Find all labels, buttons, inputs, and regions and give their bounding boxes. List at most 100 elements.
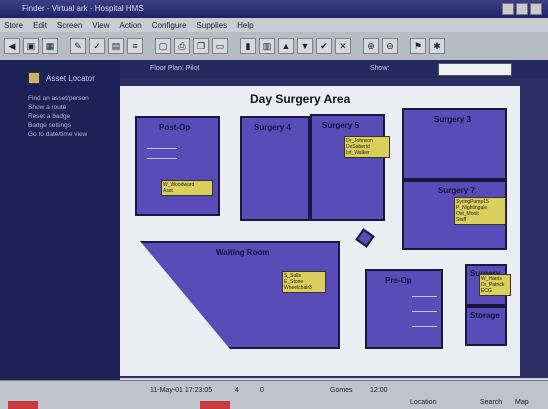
menu-item-supplies[interactable]: Supplies bbox=[196, 21, 227, 30]
room-label: Surgery 5 bbox=[322, 121, 359, 130]
arrow-down-icon[interactable]: ▼ bbox=[297, 38, 313, 54]
tag-label: Wheelchair3 bbox=[284, 285, 312, 291]
pencil-icon[interactable]: ✎ bbox=[70, 38, 86, 54]
close-button[interactable] bbox=[530, 3, 542, 15]
tag-group[interactable]: SyringPump15 P_Nightingale Oxt_Monit Sta… bbox=[454, 197, 506, 225]
alert-icon[interactable]: ⚑ bbox=[410, 38, 426, 54]
bed-line bbox=[412, 311, 437, 312]
room-post-op[interactable]: Post-Op W_Woodward Asst bbox=[135, 116, 220, 216]
tag-label: ECG bbox=[481, 288, 492, 294]
floorplan-canvas: Day Surgery Area Post-Op W_Woodward Asst… bbox=[120, 78, 548, 378]
window-controls bbox=[502, 3, 542, 15]
settings-icon[interactable]: ✱ bbox=[429, 38, 445, 54]
arrow-up-icon[interactable]: ▲ bbox=[278, 38, 294, 54]
status-datetime: 11-May-01 17:23:05 bbox=[150, 387, 213, 394]
room-label: Storage bbox=[470, 311, 500, 320]
alert-button[interactable] bbox=[200, 401, 230, 409]
status-map[interactable]: Map bbox=[515, 399, 529, 406]
list-icon[interactable]: ≡ bbox=[127, 38, 143, 54]
status-location[interactable]: Location bbox=[410, 399, 436, 406]
floorplan-path: Floor Plan: Pilot bbox=[150, 65, 200, 72]
main-header: Floor Plan: Pilot Show: bbox=[120, 60, 548, 78]
status-user: Gomes bbox=[330, 387, 353, 394]
chart-icon[interactable]: ▥ bbox=[259, 38, 275, 54]
room-surgery-7[interactable]: Surgery 7 SyringPump15 P_Nightingale Oxt… bbox=[402, 180, 507, 250]
toolbar: ◀ ▣ ▦ ✎ ✓ ▤ ≡ ▢ ⎙ ❐ ▭ ▮ ▥ ▲ ▼ ✔ ✕ ⊕ ⊖ ⚑ … bbox=[0, 32, 548, 61]
toolbar-separator bbox=[231, 39, 237, 53]
task-item[interactable]: Find an asset/person bbox=[28, 94, 89, 103]
tag-label: Asst bbox=[163, 188, 173, 194]
bars-icon[interactable]: ▮ bbox=[240, 38, 256, 54]
status-count: 0 bbox=[260, 387, 264, 394]
menu-item-configure[interactable]: Configure bbox=[152, 21, 187, 30]
room-surgery[interactable]: Surgery W_Harris Dr_Patrick ECG bbox=[465, 264, 511, 306]
show-label: Show: bbox=[370, 65, 390, 72]
tag-group[interactable]: Dr_Johnson DeSaberid Inf_Walker bbox=[344, 136, 390, 158]
task-list: Find an asset/person Show a route Reset … bbox=[28, 94, 89, 139]
status-code: 12:00 bbox=[370, 387, 388, 394]
status-count: 4 bbox=[235, 387, 239, 394]
app-window: Finder - Virtual ark - Hospital HMS Stor… bbox=[0, 0, 548, 409]
bed-line bbox=[147, 148, 177, 149]
zoom-out-icon[interactable]: ⊖ bbox=[382, 38, 398, 54]
menu-item-screen[interactable]: Screen bbox=[57, 21, 82, 30]
asset-locator-header[interactable]: Asset Locator bbox=[28, 72, 95, 84]
menu-item-action[interactable]: Action bbox=[119, 21, 141, 30]
room-label: Waiting Room bbox=[216, 248, 270, 257]
toolbar-separator bbox=[61, 39, 67, 53]
room-waiting[interactable]: Waiting Room S_Sulls E_Stone Wheelchair3 bbox=[140, 241, 340, 349]
floor-map: Day Surgery Area Post-Op W_Woodward Asst… bbox=[120, 86, 520, 376]
room-label: Surgery 7 bbox=[438, 186, 475, 195]
room-label: Surgery 4 bbox=[254, 123, 291, 132]
bed-line bbox=[147, 158, 177, 159]
minimize-button[interactable] bbox=[502, 3, 514, 15]
print-icon[interactable]: ⎙ bbox=[174, 38, 190, 54]
bed-line bbox=[412, 326, 437, 327]
tag-label: Staff bbox=[456, 217, 467, 223]
task-item[interactable]: Badge settings bbox=[28, 121, 89, 130]
tag-group[interactable]: S_Sulls E_Stone Wheelchair3 bbox=[282, 271, 326, 293]
check-icon[interactable]: ✓ bbox=[89, 38, 105, 54]
page-icon[interactable]: ▤ bbox=[108, 38, 124, 54]
toolbar-separator bbox=[146, 39, 152, 53]
task-item[interactable]: Show a route bbox=[28, 103, 89, 112]
confirm-icon[interactable]: ✔ bbox=[316, 38, 332, 54]
folder-icon[interactable]: ▣ bbox=[23, 38, 39, 54]
tag-group[interactable]: W_Harris Dr_Patrick ECG bbox=[479, 274, 511, 296]
paste-icon[interactable]: ▭ bbox=[212, 38, 228, 54]
menu-item-help[interactable]: Help bbox=[237, 21, 253, 30]
alert-button[interactable] bbox=[8, 401, 38, 409]
room-surgery-5[interactable]: Surgery 5 Dr_Johnson DeSaberid Inf_Walke… bbox=[310, 114, 390, 221]
menu-item-edit[interactable]: Edit bbox=[33, 21, 47, 30]
layout-icon[interactable]: ▢ bbox=[155, 38, 171, 54]
cancel-icon[interactable]: ✕ bbox=[335, 38, 351, 54]
equipment-marker[interactable] bbox=[355, 228, 375, 248]
zoom-in-icon[interactable]: ⊕ bbox=[363, 38, 379, 54]
room-label: Post-Op bbox=[159, 123, 191, 132]
left-panel: Asset Locator Find an asset/person Show … bbox=[0, 60, 120, 380]
toolbar-separator bbox=[354, 39, 360, 53]
map-title: Day Surgery Area bbox=[250, 92, 351, 106]
tag-group[interactable]: W_Woodward Asst bbox=[161, 180, 213, 196]
grid-icon[interactable]: ▦ bbox=[42, 38, 58, 54]
room-storage[interactable]: Storage bbox=[465, 306, 507, 346]
room-surgery-3[interactable]: Surgery 3 bbox=[402, 108, 507, 180]
task-item[interactable]: Reset a badge bbox=[28, 112, 89, 121]
room-pre-op[interactable]: Pre-Op bbox=[365, 269, 443, 349]
room-surgery-4[interactable]: Surgery 4 bbox=[240, 116, 310, 221]
show-dropdown[interactable] bbox=[438, 63, 512, 76]
maximize-button[interactable] bbox=[516, 3, 528, 15]
task-item[interactable]: Go to date/time view bbox=[28, 130, 89, 139]
room-label: Surgery 3 bbox=[434, 115, 471, 124]
title-bar: Finder - Virtual ark - Hospital HMS bbox=[0, 0, 548, 18]
menu-item-view[interactable]: View bbox=[92, 21, 109, 30]
bed-line bbox=[412, 296, 437, 297]
back-icon[interactable]: ◀ bbox=[4, 38, 20, 54]
menu-item-store[interactable]: Store bbox=[4, 21, 23, 30]
status-bar: 11-May-01 17:23:05 4 0 Gomes 12:00 Locat… bbox=[0, 380, 548, 409]
status-search[interactable]: Search bbox=[480, 399, 502, 406]
window-title: Finder - Virtual ark - Hospital HMS bbox=[22, 4, 144, 13]
copy-icon[interactable]: ❐ bbox=[193, 38, 209, 54]
asset-locator-label: Asset Locator bbox=[46, 73, 95, 83]
menu-bar: Store Edit Screen View Action Configure … bbox=[0, 18, 548, 32]
